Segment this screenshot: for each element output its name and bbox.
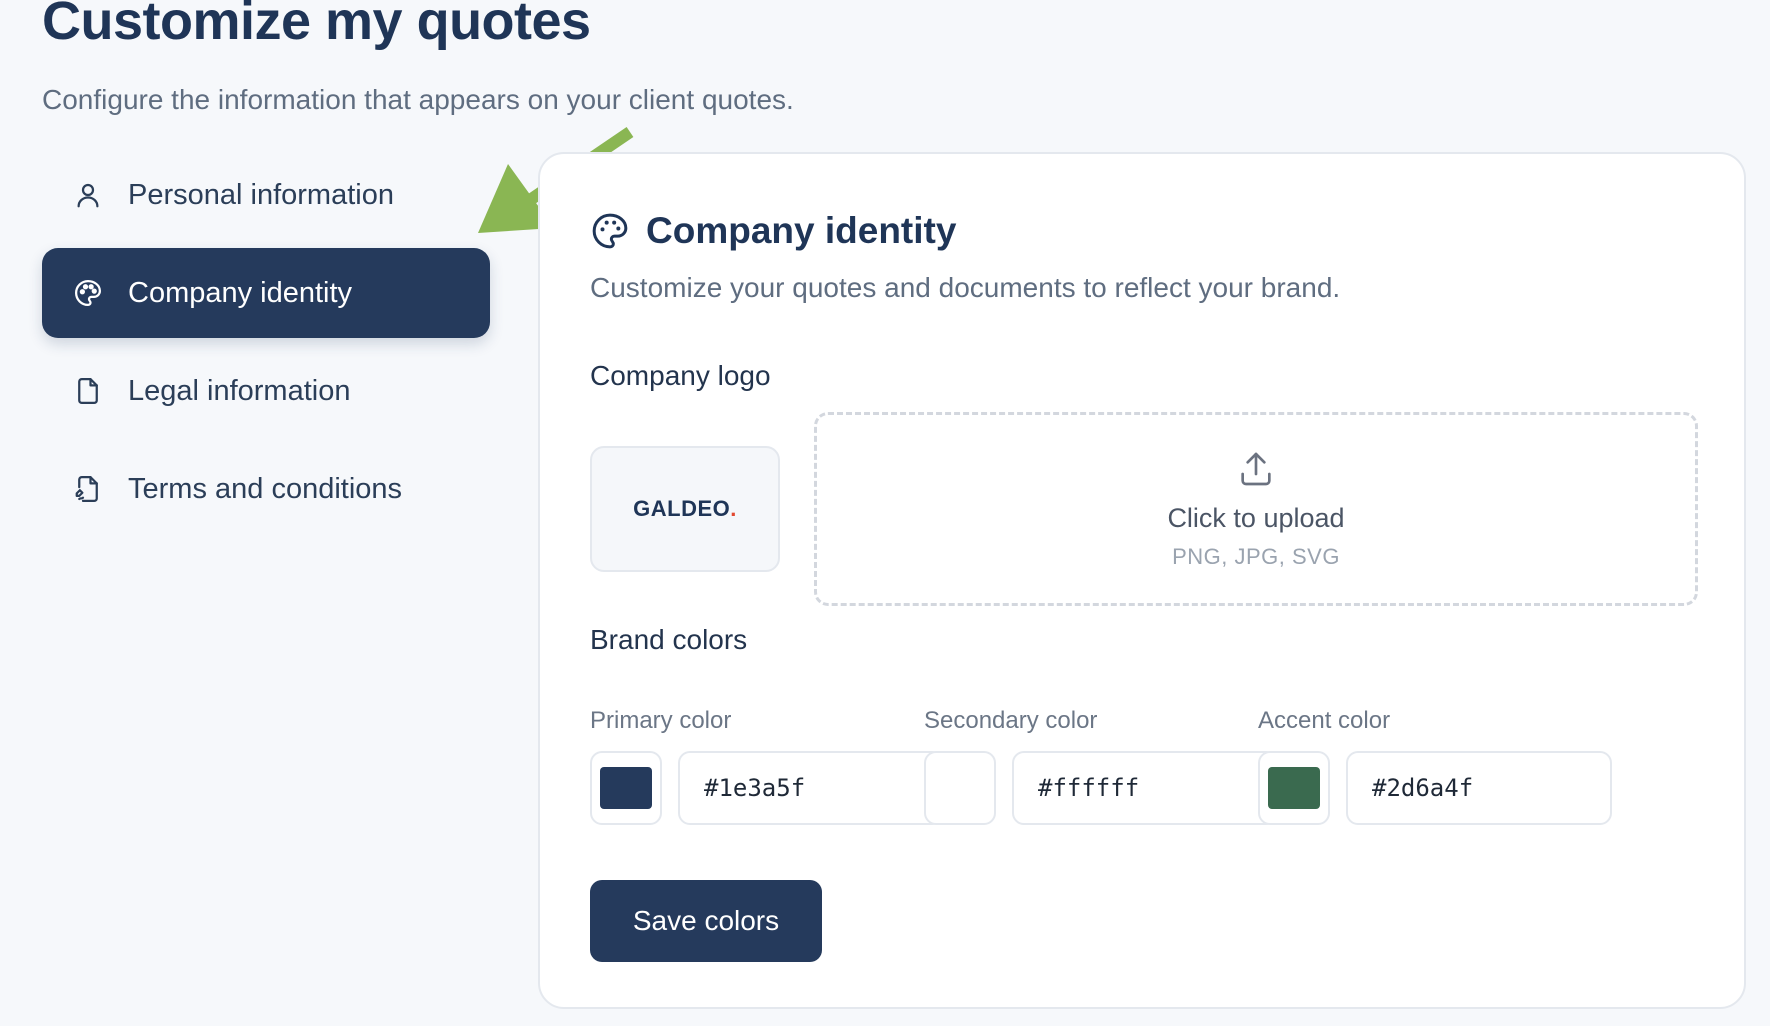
logo-upload-dropzone[interactable]: Click to upload PNG, JPG, SVG <box>814 412 1698 606</box>
accent-color-input[interactable] <box>1346 751 1612 825</box>
sidebar-item-personal-information[interactable]: Personal information <box>42 150 490 240</box>
accent-color-swatch <box>1268 767 1320 809</box>
primary-color-input[interactable] <box>678 751 944 825</box>
page-title: Customize my quotes <box>42 0 591 51</box>
file-icon <box>72 375 104 407</box>
card-header: Company identity <box>590 210 956 252</box>
company-logo-label: Company logo <box>590 360 771 391</box>
user-icon <box>72 179 104 211</box>
palette-icon <box>72 277 104 309</box>
brand-colors-label: Brand colors <box>590 624 748 655</box>
sidebar-item-label: Terms and conditions <box>128 472 403 505</box>
logo-preview: GALDEO. <box>590 446 780 572</box>
settings-sidebar: Personal information Company identity Le… <box>42 150 490 542</box>
file-signature-icon <box>72 473 104 505</box>
primary-color-swatch <box>600 767 652 809</box>
upload-icon <box>1236 449 1276 489</box>
sidebar-item-label: Personal information <box>128 178 394 211</box>
palette-icon <box>590 211 630 251</box>
card-title: Company identity <box>646 210 957 251</box>
accent-color-group: Accent color <box>1258 707 1614 825</box>
primary-color-picker[interactable] <box>590 751 662 825</box>
sidebar-item-terms-and-conditions[interactable]: Terms and conditions <box>42 444 490 534</box>
upload-text: Click to upload <box>1167 502 1345 533</box>
page: Customize my quotes Configure the inform… <box>0 0 1770 1026</box>
secondary-color-label: Secondary color <box>924 707 1098 734</box>
upload-hint: PNG, JPG, SVG <box>1172 543 1340 569</box>
primary-color-group: Primary color <box>590 707 946 825</box>
sidebar-item-label: Legal information <box>128 374 351 407</box>
accent-color-picker[interactable] <box>1258 751 1330 825</box>
card-description: Customize your quotes and documents to r… <box>590 272 1341 303</box>
logo-wordmark: GALDEO. <box>633 496 737 521</box>
accent-color-label: Accent color <box>1258 707 1391 734</box>
page-subtitle: Configure the information that appears o… <box>42 84 794 115</box>
secondary-color-group: Secondary color <box>924 707 1280 825</box>
primary-color-label: Primary color <box>590 707 732 734</box>
sidebar-item-label: Company identity <box>128 276 353 309</box>
save-colors-button[interactable]: Save colors <box>590 880 822 962</box>
secondary-color-swatch <box>934 767 986 809</box>
sidebar-item-legal-information[interactable]: Legal information <box>42 346 490 436</box>
secondary-color-picker[interactable] <box>924 751 996 825</box>
company-identity-card: Company identity Customize your quotes a… <box>538 152 1746 1009</box>
secondary-color-input[interactable] <box>1012 751 1278 825</box>
sidebar-item-company-identity[interactable]: Company identity <box>42 248 490 338</box>
